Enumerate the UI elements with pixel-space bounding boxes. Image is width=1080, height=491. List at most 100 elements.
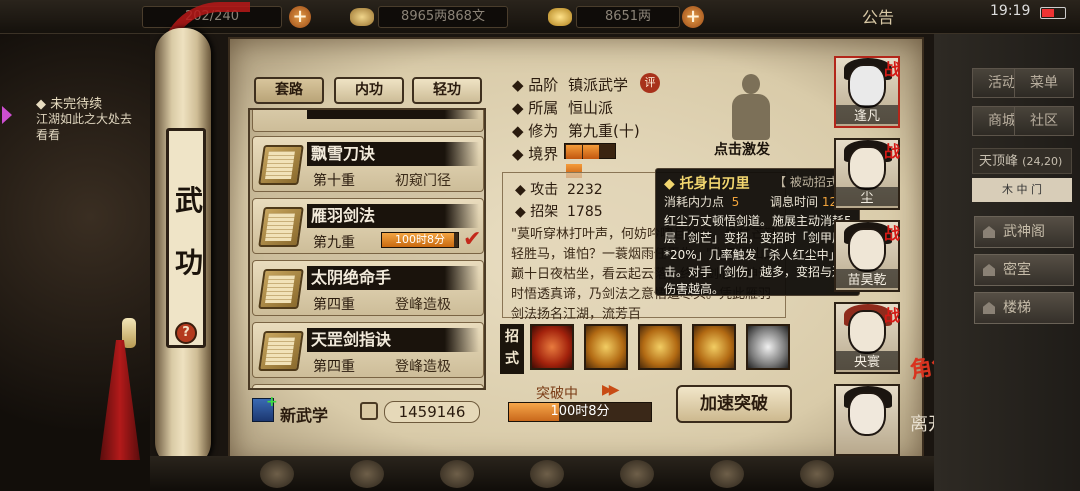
skill-points-icon [360, 402, 378, 420]
place-secret-room[interactable]: 密室 [974, 254, 1074, 286]
skill-level: 第四重 [313, 359, 355, 375]
coin-icon [350, 8, 374, 26]
attack-key: ◆ 攻击 [515, 182, 559, 198]
scroll-label: 武 功 [166, 128, 206, 348]
gold-display: 8651两 [576, 6, 680, 28]
skill-name: 雁羽剑法 [307, 204, 479, 228]
battle-tag: 战 [883, 306, 900, 325]
eval-badge[interactable]: 评 [640, 73, 660, 93]
money-display: 8965两868文 [378, 6, 508, 28]
parry-key: ◆ 招架 [515, 204, 559, 220]
breakthrough-time: 100时8分 [550, 404, 610, 419]
book-icon [258, 145, 304, 185]
red-sword-move-icon[interactable] [530, 324, 574, 370]
skill-item-3[interactable]: 太阴绝命手 第四重 登峰造极 [252, 260, 484, 316]
train-key: ◆ 修为 [512, 122, 559, 140]
meditating-figure-icon[interactable] [718, 70, 782, 148]
speed-up-button[interactable]: 加速突破 [676, 385, 792, 423]
gold-swirl-move-icon[interactable] [692, 324, 736, 370]
character-name: 苗昊乾 [836, 269, 898, 288]
parry-row: ◆ 招架 1785 [515, 201, 603, 221]
task-title[interactable]: ◆ 未完待续 [36, 93, 102, 112]
character-name: 尘 [836, 187, 898, 206]
add-stamina-button[interactable]: + [289, 6, 311, 28]
character-column: 战 逢凡 战 尘 战 苗昊乾 战 央寰 [828, 40, 908, 480]
character-name: 逢凡 [836, 105, 898, 124]
location-tabs[interactable]: 木 中 门 [972, 178, 1072, 202]
realm-segment [583, 145, 599, 159]
list-item-partial[interactable] [252, 384, 484, 388]
gold-cross-move-icon[interactable] [638, 324, 682, 370]
activate-caption[interactable]: 点击激发 [714, 139, 770, 159]
checkmark-icon: ✔ [463, 227, 482, 252]
battery-icon [1040, 7, 1066, 19]
skill-name: 飘雪刀诀 [307, 142, 479, 166]
train-value: 第九重(十) [568, 122, 640, 140]
tab-light-skill[interactable]: 轻功 [412, 77, 482, 104]
plus-icon: + [266, 394, 278, 410]
status-time: 19:19 [990, 3, 1031, 19]
nav-icon-7[interactable] [800, 460, 834, 488]
grade-key: ◆ 品阶 [512, 76, 559, 94]
expand-arrow-icon[interactable] [2, 106, 12, 124]
skill-item-4[interactable]: 天罡剑指诀 第四重 登峰造极 [252, 322, 484, 378]
tab-routines[interactable]: 套路 [254, 77, 324, 104]
nav-icon-5[interactable] [620, 460, 654, 488]
nav-icon-4[interactable] [530, 460, 564, 488]
gold-slash-move-icon[interactable] [584, 324, 628, 370]
sect-row: ◆ 所属 恒山派 [512, 97, 613, 118]
battle-tag: 战 [883, 142, 900, 161]
place-stairs[interactable]: 楼梯 [974, 292, 1074, 324]
skill-points-value: 1459146 [384, 401, 480, 423]
breakthrough-progress-bar: 100时8分 [508, 402, 652, 422]
list-item-partial[interactable] [252, 110, 484, 132]
tab-inner-power[interactable]: 内功 [334, 77, 404, 104]
grade-value: 镇派武学 [568, 76, 629, 94]
skill-list[interactable]: 飘雪刀诀 第十重 初窥门径 雁羽剑法 第九重 100时8分 ✔ 太阴绝命手 第四… [248, 108, 486, 390]
character-card-3[interactable]: 战 苗昊乾 [834, 220, 900, 292]
realm-level-bar [564, 143, 616, 178]
nav-icon-6[interactable] [710, 460, 744, 488]
location-label: 天顶峰 (24,20) [972, 148, 1072, 174]
tooltip-cost: 消耗内力点 5 [664, 195, 740, 209]
realm-row: ◆ 境界 [512, 143, 566, 164]
tooltip-title: ◆ 托身白刃里 [664, 176, 750, 192]
double-arrow-icon: ▶▶ [602, 382, 619, 398]
add-gold-button[interactable]: + [682, 6, 704, 28]
skill-progress-bar: 100时8分 [381, 232, 459, 248]
skill-level: 第四重 [313, 297, 355, 313]
book-icon [258, 331, 304, 371]
battle-tag: 战 [883, 60, 900, 79]
place-martial-pavilion[interactable]: 武神阁 [974, 216, 1074, 248]
lightning-move-icon[interactable] [746, 324, 790, 370]
attack-row: ◆ 攻击 2232 [515, 179, 603, 199]
skill-name-partial [307, 110, 479, 119]
train-row: ◆ 修为 第九重(十) [512, 120, 640, 141]
parry-value: 1785 [567, 204, 603, 220]
help-button[interactable]: ? [175, 322, 197, 344]
attack-value: 2232 [567, 182, 603, 198]
character-card-2[interactable]: 战 尘 [834, 138, 900, 210]
scroll-char-1: 武 [174, 184, 203, 217]
grade-row: ◆ 品阶 镇派武学 [512, 74, 628, 95]
scroll-char-2: 功 [174, 246, 203, 279]
book-icon [258, 207, 304, 247]
character-card-4[interactable]: 战 央寰 [834, 302, 900, 374]
community-button[interactable]: 社区 [1014, 106, 1074, 136]
sect-value: 恒山派 [568, 99, 614, 117]
nav-icon-3[interactable] [440, 460, 474, 488]
character-card-5[interactable] [834, 384, 900, 456]
gold-ingot-icon [548, 8, 572, 26]
nav-icon-2[interactable] [350, 460, 384, 488]
new-skill-button[interactable]: 新武学 [280, 402, 328, 426]
bottom-nav-bar [150, 456, 934, 491]
character-card-1[interactable]: 战 逢凡 [834, 56, 900, 128]
announcement-button[interactable]: 公告 [862, 4, 894, 28]
skill-name: 天罡剑指诀 [307, 328, 479, 352]
skill-tag: 初窥门径 [395, 173, 451, 189]
nav-icon-1[interactable] [260, 460, 294, 488]
skill-item-1[interactable]: 飘雪刀诀 第十重 初窥门径 [252, 136, 484, 192]
menu-button[interactable]: 菜单 [1014, 68, 1074, 98]
skill-tag: 登峰造极 [395, 297, 451, 313]
skill-item-2[interactable]: 雁羽剑法 第九重 100时8分 ✔ [252, 198, 484, 254]
